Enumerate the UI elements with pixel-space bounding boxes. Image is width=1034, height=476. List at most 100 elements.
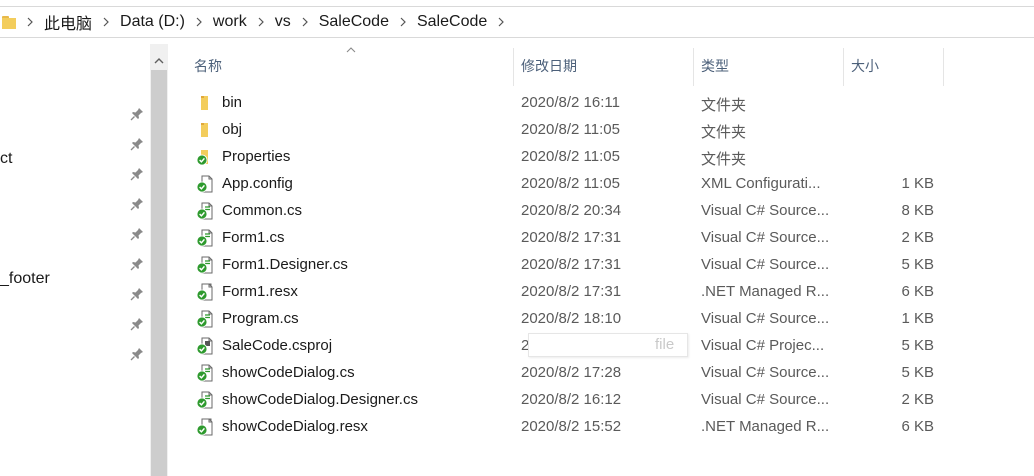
file-name: App.config (222, 175, 293, 192)
file-size: 6 KB (901, 418, 934, 435)
breadcrumb-item[interactable]: SaleCode (317, 13, 391, 31)
file-name: Form1.Designer.cs (222, 256, 348, 273)
file-date: 2020/8/2 17:31 (521, 256, 622, 273)
breadcrumb-item[interactable]: Data (D:) (118, 13, 187, 31)
scroll-up-button[interactable] (150, 52, 168, 70)
csharp-file-icon (196, 229, 214, 247)
breadcrumb-item[interactable]: work (211, 13, 249, 31)
file-type: Visual C# Source... (701, 310, 830, 327)
breadcrumb-item[interactable]: SaleCode (415, 13, 489, 31)
pin-icon[interactable] (130, 257, 144, 271)
chevron-right-icon[interactable] (94, 17, 118, 27)
file-row[interactable]: showCodeDialog.resx 2020/8/2 15:52 .NET Ma… (168, 414, 1034, 441)
file-name: SaleCode.csproj (222, 337, 333, 354)
file-row[interactable]: obj 2020/8/2 11:05 文件夹 (168, 117, 1034, 144)
file-row[interactable]: Form1.resx 2020/8/2 17:31 .NET Managed R..… (168, 279, 1034, 306)
pin-icon[interactable] (130, 287, 144, 301)
file-row[interactable]: App.config 2020/8/2 11:05 XML Configurati.… (168, 171, 1034, 198)
file-name: bin (222, 94, 243, 111)
column-header-type[interactable]: 类型 (693, 52, 843, 80)
file-type: Visual C# Source... (701, 202, 830, 219)
file-type: 文件夹 (701, 97, 747, 114)
pin-icon[interactable] (130, 107, 144, 121)
file-name: Form1.resx (222, 283, 298, 300)
file-size: 8 KB (901, 202, 934, 219)
file-date: 2020/8/2 17:31 (521, 283, 622, 300)
file-date: 2020/8/2 11:05 (521, 148, 620, 165)
file-type: Visual C# Source... (701, 364, 830, 381)
file-size: 5 KB (901, 337, 934, 354)
file-row[interactable]: Form1.Designer.cs 2020/8/2 17:31 Visual C#… (168, 252, 1034, 279)
file-date: 2020/8/2 17:31 (521, 229, 622, 246)
folder-icon (2, 15, 18, 29)
scrollbar-thumb[interactable] (151, 70, 167, 476)
file-date: 2020/8/2 16:11 (521, 94, 620, 111)
pin-icon[interactable] (130, 197, 144, 211)
pin-icon[interactable] (130, 347, 144, 361)
file-date: 2020/8/2 16:12 (521, 391, 622, 408)
file-name: obj (222, 121, 243, 138)
navigation-pane: ct _footer (0, 44, 150, 476)
file-row[interactable]: Program.cs 2020/8/2 18:10 Visual C# Source… (168, 306, 1034, 333)
pin-icon[interactable] (130, 167, 144, 181)
breadcrumb-item[interactable]: 此电脑 (42, 10, 94, 34)
chevron-right-icon[interactable] (293, 17, 317, 27)
file-row[interactable]: bin 2020/8/2 16:11 文件夹 (168, 90, 1034, 117)
csharp-file-icon (196, 391, 214, 409)
file-name: Properties (222, 148, 291, 165)
folder-icon (196, 121, 214, 139)
file-list: 名称 修改日期 类型 大小 bin 2020/8/2 16:11 文件夹 obj 202… (168, 44, 1034, 476)
file-size: 2 KB (901, 391, 934, 408)
file-size: 1 KB (901, 175, 934, 192)
resx-file-icon (196, 283, 214, 301)
pin-icon[interactable] (130, 227, 144, 241)
folder-check-icon (196, 148, 214, 166)
column-header-size[interactable]: 大小 (843, 52, 943, 80)
column-header-name[interactable]: 名称 (186, 52, 513, 80)
file-size: 5 KB (901, 256, 934, 273)
address-field[interactable]: 此电脑 Data (D:) work vs SaleCode SaleCode (0, 6, 1034, 38)
chevron-right-icon[interactable] (249, 17, 273, 27)
csproj-file-icon (196, 337, 214, 355)
pin-icon[interactable] (130, 137, 144, 151)
file-name: showCodeDialog.Designer.cs (222, 391, 418, 408)
file-name: showCodeDialog.resx (222, 418, 368, 435)
nav-scrollbar[interactable] (150, 44, 168, 476)
file-type: XML Configurati... (701, 175, 821, 192)
file-name: Common.cs (222, 202, 303, 219)
file-date: 2020/8/2 11:05 (521, 175, 620, 192)
chevron-right-icon[interactable] (391, 17, 415, 27)
chevron-right-icon[interactable] (489, 17, 513, 27)
csharp-file-icon (196, 256, 214, 274)
file-type: .NET Managed R... (701, 283, 830, 300)
nav-item[interactable]: ct (0, 150, 12, 168)
chevron-right-icon[interactable] (187, 17, 211, 27)
file-date: 2020/8/2 17:28 (521, 364, 622, 381)
nav-item[interactable]: _footer (0, 270, 50, 288)
file-date: 2020/8/2 11:05 (521, 121, 620, 138)
file-type: Visual C# Source... (701, 229, 830, 246)
chevron-right-icon[interactable] (18, 17, 42, 27)
file-row[interactable]: Form1.cs 2020/8/2 17:31 Visual C# Source..… (168, 225, 1034, 252)
file-date: 2020/8/2 15:52 (521, 418, 622, 435)
pin-icon[interactable] (130, 317, 144, 331)
csharp-file-icon (196, 364, 214, 382)
config-file-icon (196, 175, 214, 193)
folder-icon (196, 94, 214, 112)
file-row[interactable]: showCodeDialog.cs 2020/8/2 17:28 Visual C#… (168, 360, 1034, 387)
file-type: Visual C# Source... (701, 256, 830, 273)
file-type: .NET Managed R... (701, 418, 830, 435)
file-type: Visual C# Projec... (701, 337, 825, 354)
file-row[interactable]: Properties 2020/8/2 11:05 文件夹 (168, 144, 1034, 171)
breadcrumb-item[interactable]: vs (273, 13, 293, 31)
file-size: 1 KB (901, 310, 934, 327)
file-row[interactable]: showCodeDialog.Designer.cs 2020/8/2 16:12… (168, 387, 1034, 414)
csharp-file-icon (196, 202, 214, 220)
file-name: Form1.cs (222, 229, 285, 246)
file-row[interactable]: Common.cs 2020/8/2 20:34 Visual C# Source.… (168, 198, 1034, 225)
file-type: Visual C# Source... (701, 391, 830, 408)
column-header-date[interactable]: 修改日期 (513, 52, 693, 80)
file-size: 5 KB (901, 364, 934, 381)
column-divider[interactable] (943, 48, 944, 86)
file-date: 2020/8/2 18:10 (521, 310, 622, 327)
